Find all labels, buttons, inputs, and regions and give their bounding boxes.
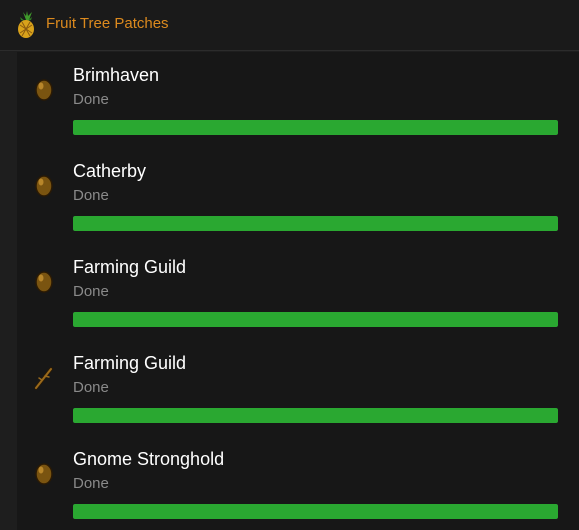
pineapple-icon xyxy=(18,11,34,38)
patch-status: Done xyxy=(73,379,109,396)
seed-icon xyxy=(35,463,53,485)
patch-name: Farming Guild xyxy=(73,257,187,277)
list-item[interactable]: Brimhaven Done xyxy=(17,52,579,148)
patch-status: Done xyxy=(73,91,109,108)
progress-bar xyxy=(73,312,558,327)
progress-fill xyxy=(73,120,558,135)
progress-fill xyxy=(73,408,558,423)
patch-status: Done xyxy=(73,187,109,204)
progress-bar xyxy=(73,216,558,231)
fruit-tree-patches-panel: Fruit Tree Patches Brimhaven Done Cather… xyxy=(0,0,579,530)
list-item[interactable]: Farming Guild Done xyxy=(17,340,579,436)
panel-header[interactable]: Fruit Tree Patches xyxy=(0,0,579,51)
progress-bar xyxy=(73,504,558,519)
patch-status: Done xyxy=(73,283,109,300)
progress-bar xyxy=(73,408,558,423)
panel-title: Fruit Tree Patches xyxy=(46,15,169,32)
sapling-stick-icon xyxy=(34,367,53,390)
patch-name: Catherby xyxy=(73,161,147,181)
patch-name: Gnome Stronghold xyxy=(73,449,225,469)
progress-fill xyxy=(73,216,558,231)
patch-status: Done xyxy=(73,475,109,492)
patch-name: Farming Guild xyxy=(73,353,187,373)
patch-name: Brimhaven xyxy=(73,65,160,85)
seed-icon xyxy=(35,175,53,197)
progress-bar xyxy=(73,120,558,135)
seed-icon xyxy=(35,79,53,101)
progress-fill xyxy=(73,312,558,327)
list-item[interactable]: Catherby Done xyxy=(17,148,579,244)
progress-fill xyxy=(73,504,558,519)
list-item[interactable]: Farming Guild Done xyxy=(17,244,579,340)
patch-list[interactable]: Brimhaven Done Catherby Done Farming Gui… xyxy=(17,52,579,530)
seed-icon xyxy=(35,271,53,293)
list-item[interactable]: Gnome Stronghold Done xyxy=(17,436,579,530)
